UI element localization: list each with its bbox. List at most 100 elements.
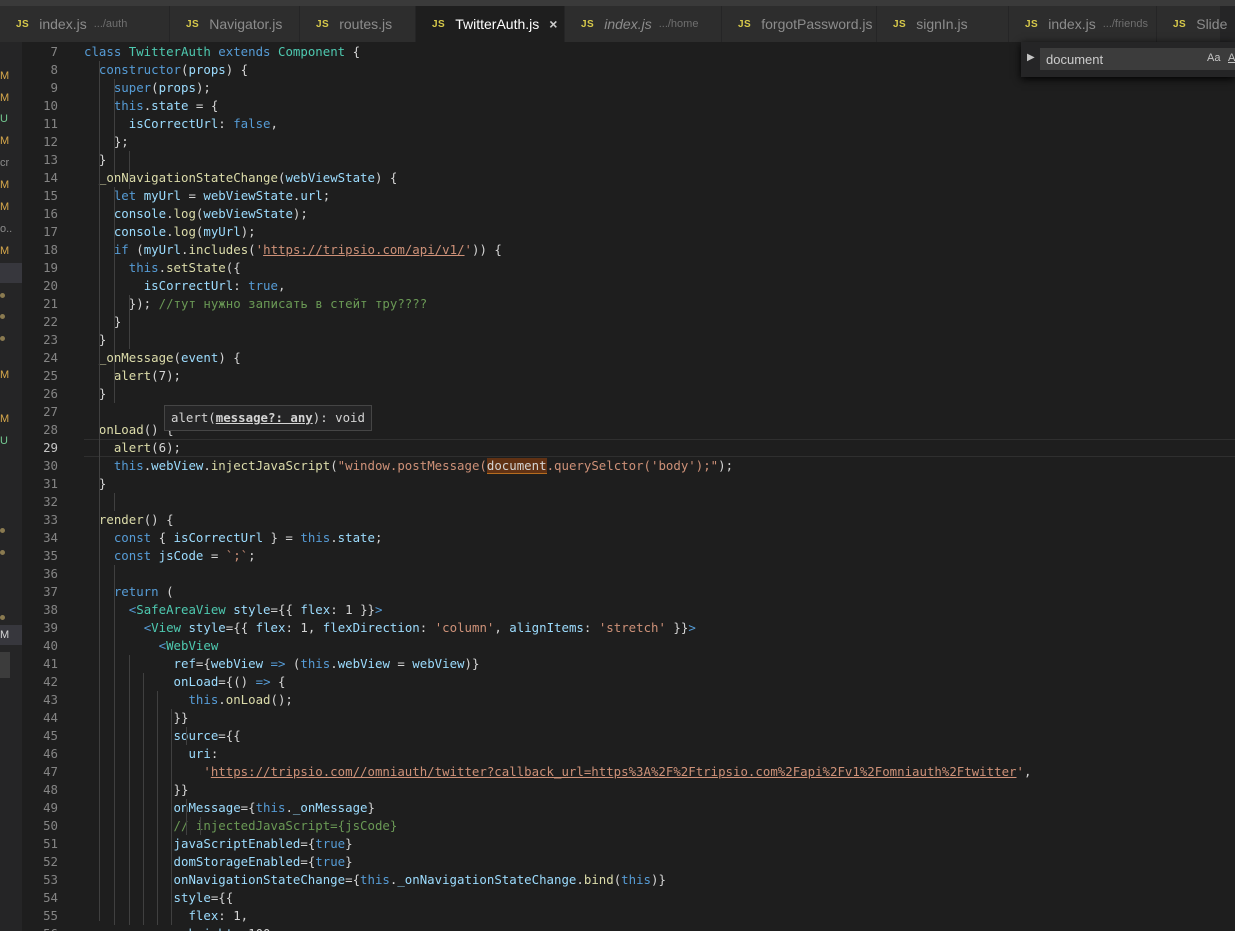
code-text[interactable]: } [84,385,106,403]
file-status-badge[interactable]: U [0,431,22,451]
code-text[interactable]: this.setState({ [84,259,241,277]
file-status-badge[interactable]: M [0,365,22,385]
find-input[interactable] [1040,48,1235,70]
editor-tab-bar: JS index.js .../auth JS Navigator.js JS routes… [0,6,1235,42]
code-token: = { [188,98,219,113]
file-status-badge[interactable]: M [0,241,22,261]
code-text[interactable]: class TwitterAuth extends Component { [84,43,360,61]
tab-7[interactable]: JS index.js .../friends [1009,6,1157,42]
tab-5[interactable]: JS forgotPassword.js [722,6,877,42]
code-text[interactable]: domStorageEnabled={true} [84,853,353,871]
tab-path-hint: .../friends [1102,18,1148,30]
code-text[interactable]: style={{ [84,889,234,907]
code-text[interactable]: const { isCorrectUrl } = this.state; [84,529,383,547]
git-status-label: M [0,179,10,191]
code-text[interactable]: source={{ [84,727,241,745]
file-status-badge[interactable]: M [0,66,22,86]
code-text[interactable]: } [84,313,121,331]
line-number: 44 [43,710,58,725]
file-status-badge[interactable]: M [0,197,22,217]
line-number: 53 [43,872,58,887]
code-editor[interactable]: 7 class TwitterAuth extends Component {8 … [22,42,1235,931]
file-status-badge[interactable]: M [0,175,22,195]
code-token: { [352,44,361,59]
code-text[interactable]: onLoad() { [84,421,174,439]
code-text[interactable]: <SafeAreaView style={{ flex: 1 }}> [84,601,383,619]
line-number: 26 [43,386,58,401]
code-text[interactable]: }); //тут нужно записать в стейт тру???? [84,295,427,313]
code-token: > [375,602,383,617]
code-text[interactable]: ref={webView => (this.webView = webView)… [84,655,480,673]
line-number: 56 [22,925,58,931]
whole-word-toggle[interactable]: A [1228,52,1235,64]
tab-0[interactable]: JS index.js .../auth [0,6,170,42]
tab-1[interactable]: JS Navigator.js [170,6,300,42]
code-text[interactable]: super(props); [84,79,211,97]
code-text[interactable]: }; [84,133,129,151]
code-line: 17 console.log(myUrl); [22,223,1235,241]
file-status-badge[interactable]: M [0,131,22,151]
file-status-badge[interactable]: U [0,109,22,129]
file-status-badge[interactable]: M [0,88,22,108]
code-token: ); [240,224,256,239]
tab-2[interactable]: JS routes.js [300,6,416,42]
code-text[interactable]: this.onLoad(); [84,691,292,709]
sidebar-input-box[interactable] [0,652,10,678]
code-text[interactable]: return ( [84,583,174,601]
code-token: () { [143,512,174,527]
code-text[interactable]: onMessage={this._onMessage} [84,799,375,817]
code-text[interactable]: let myUrl = webViewState.url; [84,187,330,205]
tab-8[interactable]: JS Slide [1157,6,1227,42]
git-status-label: U [0,113,8,125]
code-text[interactable]: _onNavigationStateChange(webViewState) { [84,169,397,187]
tab-label: index.js [604,16,652,32]
code-text[interactable]: <View style={{ flex: 1, flexDirection: '… [84,619,696,637]
close-tab-icon[interactable]: × [549,16,557,32]
code-token: this [188,692,219,707]
tab-3[interactable]: JS TwitterAuth.js × [416,6,565,42]
code-text[interactable]: } [84,475,106,493]
code-text[interactable]: uri: [84,745,218,763]
code-token: isCorrectUrl [128,116,219,131]
code-text[interactable]: console.log(webViewState); [84,205,308,223]
code-text[interactable]: } [84,151,106,169]
code-token: . [285,800,293,815]
code-line: 20 isCorrectUrl: true, [22,277,1235,295]
code-text[interactable]: constructor(props) { [84,61,248,79]
match-case-toggle[interactable]: Aa [1207,52,1220,64]
file-status-badge[interactable]: M [0,409,22,429]
git-status-label: M [0,92,10,104]
code-text[interactable]: render() { [84,511,174,529]
code-token: flex [300,602,331,617]
tab-6[interactable]: JS signIn.js [877,6,1009,42]
code-text[interactable]: <WebView [84,637,219,655]
file-status-badge[interactable]: cr [0,153,22,173]
javascript-file-icon: JS [16,18,30,30]
code-text[interactable]: this.state = { [84,97,218,115]
code-text[interactable]: flex: 1, [84,907,248,925]
line-number: 38 [43,602,58,617]
code-text[interactable]: if (myUrl.includes('https://tripsio.com/… [84,241,502,259]
line-number: 9 [50,80,58,95]
code-text[interactable]: this.webView.injectJavaScript("window.po… [84,457,733,475]
code-text[interactable]: _onMessage(event) { [84,349,241,367]
code-text[interactable]: const jsCode = `;`; [84,547,256,565]
code-text[interactable]: console.log(myUrl); [84,223,256,241]
code-text[interactable]: javaScriptEnabled={true} [84,835,353,853]
file-status-badge[interactable] [0,563,22,583]
toggle-replace-icon[interactable]: ▶ [1027,52,1035,63]
code-token: _onNavigationStateChange [397,872,577,887]
code-token: const [113,548,159,563]
file-status-badge[interactable]: M [0,625,22,645]
code-text[interactable]: height: 100 [84,925,270,931]
code-text[interactable]: 'https://tripsio.com//omniauth/twitter?c… [84,763,1031,781]
code-text[interactable]: // injectedJavaScript={jsCode} [84,817,398,835]
file-status-badge[interactable] [0,263,22,283]
line-number: 42 [43,674,58,689]
file-status-badge[interactable]: o.. [0,219,22,239]
line-number: 32 [43,494,58,509]
code-text[interactable]: } [84,331,106,349]
code-token: Component [277,44,353,59]
tab-4[interactable]: JS index.js .../home [565,6,722,42]
